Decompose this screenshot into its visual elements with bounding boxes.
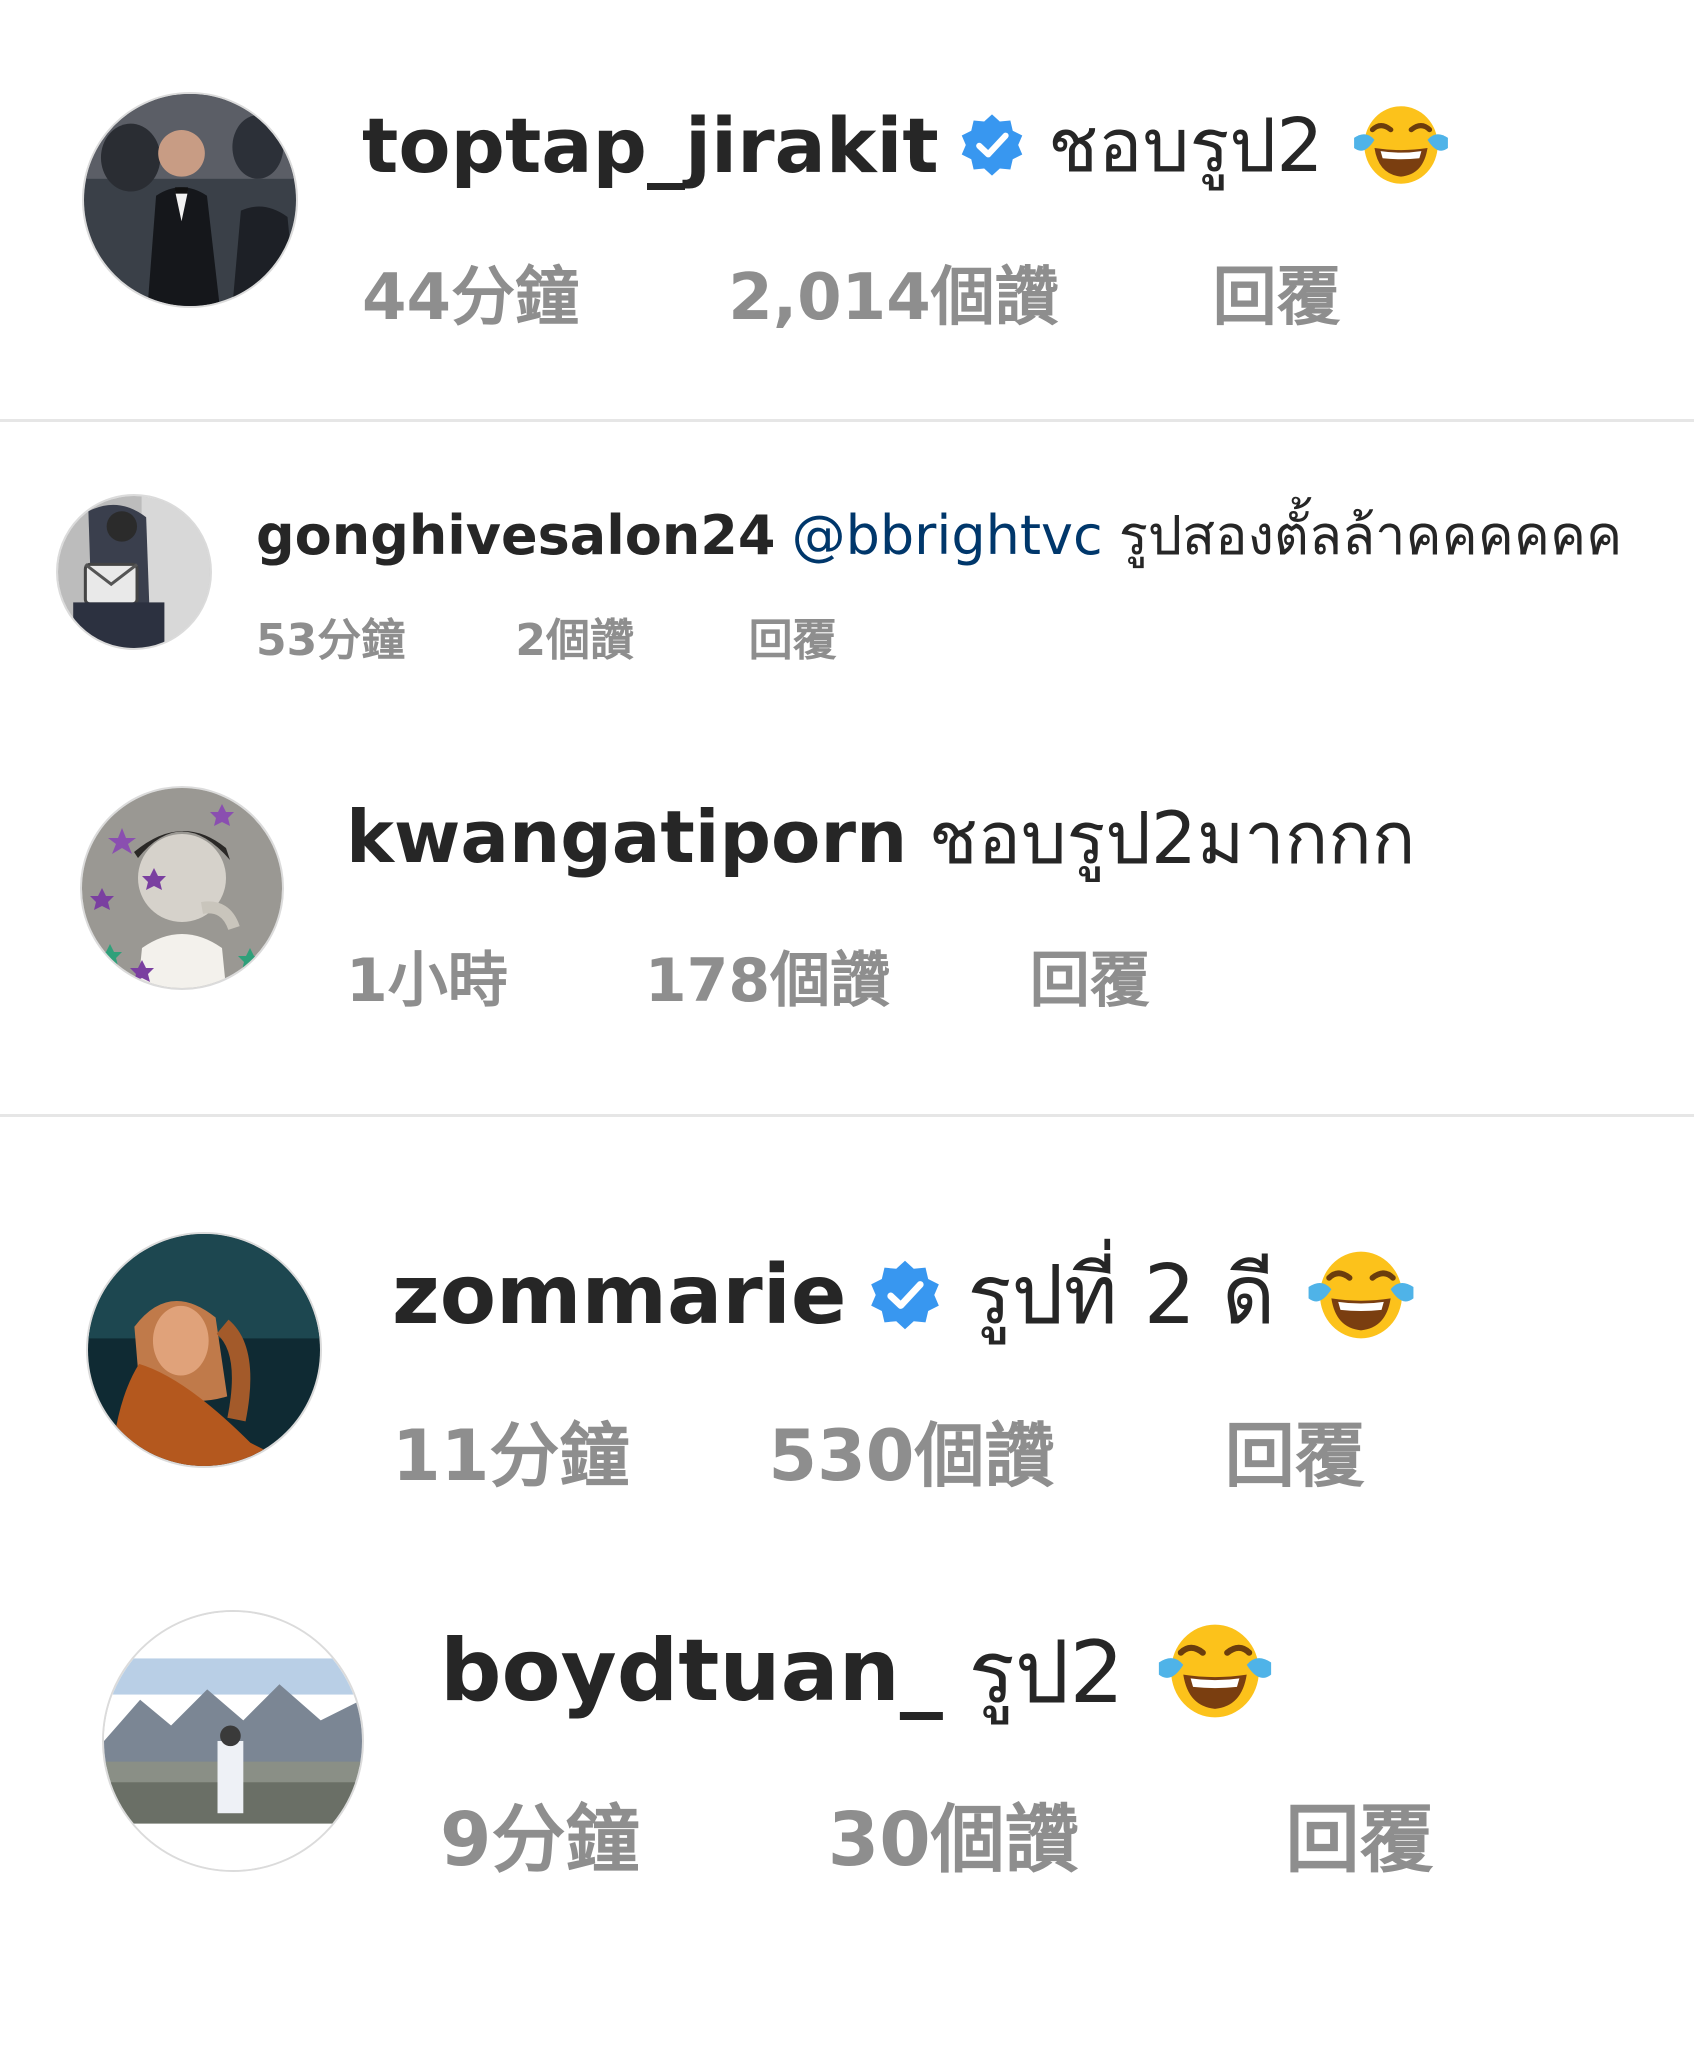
reply-button[interactable]: 回覆 bbox=[749, 604, 837, 668]
comment-line: kwangatiporn ชอบรูป2มากกก bbox=[346, 792, 1416, 882]
reply-button[interactable]: 回覆 bbox=[1286, 1780, 1434, 1887]
comment-text: รูปที่ 2 ดี bbox=[967, 1248, 1276, 1343]
reply-button[interactable]: 回覆 bbox=[1225, 1400, 1365, 1501]
like-count[interactable]: 178個讚 bbox=[645, 932, 1009, 1019]
like-count[interactable]: 2,014個讚 bbox=[728, 246, 1190, 338]
username[interactable]: boydtuan_ bbox=[440, 1621, 943, 1721]
comment-line: boydtuan_ รูป2 bbox=[440, 1616, 1276, 1726]
tears-of-joy-emoji bbox=[1304, 1243, 1418, 1347]
comment-text: ชอบรูป2มากกก bbox=[928, 795, 1416, 880]
like-count[interactable]: 30個讚 bbox=[828, 1780, 1260, 1887]
comment-line: zommarie รูปที่ 2 ดี bbox=[392, 1240, 1418, 1350]
tears-of-joy-emoji bbox=[1154, 1616, 1276, 1726]
username[interactable]: zommarie bbox=[392, 1248, 846, 1343]
username[interactable]: toptap_jirakit bbox=[362, 101, 939, 190]
verified-badge-icon bbox=[958, 111, 1026, 179]
comment-meta: 9分鐘 30個讚 回覆 bbox=[440, 1780, 1434, 1887]
comment-meta: 1小時 178個讚 回覆 bbox=[346, 932, 1150, 1019]
divider bbox=[0, 1114, 1694, 1117]
reply-button[interactable]: 回覆 bbox=[1030, 932, 1150, 1019]
comment-item: toptap_jirakit ชอบรูป2 44分鐘 2,014個讚 回覆 bbox=[0, 0, 1694, 420]
comment-item: kwangatiporn ชอบรูป2มากกก 1小時 178個讚 回覆 bbox=[0, 720, 1694, 1120]
mention-link[interactable]: @bbrightvc bbox=[792, 504, 1103, 567]
timestamp: 11分鐘 bbox=[392, 1415, 630, 1497]
comment-item: gonghivesalon24 @bbrightvc รูปสองตั้ลล้า… bbox=[0, 420, 1694, 720]
comment-line: gonghivesalon24 @bbrightvc รูปสองตั้ลล้า… bbox=[256, 500, 1622, 570]
comment-item: boydtuan_ รูป2 9分鐘 30個讚 回覆 bbox=[0, 1580, 1694, 2048]
avatar[interactable] bbox=[102, 1610, 364, 1872]
timestamp: 53分鐘 bbox=[256, 615, 406, 666]
username[interactable]: kwangatiporn bbox=[346, 795, 907, 879]
tears-of-joy-emoji bbox=[1350, 99, 1452, 191]
comment-text: ชอบรูป2 bbox=[1047, 103, 1324, 189]
avatar[interactable] bbox=[82, 92, 298, 308]
comment-item: zommarie รูปที่ 2 ดี 11分鐘 530個讚 回覆 bbox=[0, 1120, 1694, 1580]
like-count[interactable]: 530個讚 bbox=[768, 1400, 1200, 1501]
comment-meta: 53分鐘 2個讚 回覆 bbox=[256, 604, 837, 668]
reply-button[interactable]: 回覆 bbox=[1213, 246, 1341, 338]
verified-badge-icon bbox=[867, 1257, 943, 1333]
avatar[interactable] bbox=[80, 786, 284, 990]
timestamp: 1小時 bbox=[346, 946, 508, 1016]
timestamp: 9分鐘 bbox=[440, 1797, 640, 1883]
like-count[interactable]: 2個讚 bbox=[515, 604, 733, 668]
avatar[interactable] bbox=[86, 1232, 322, 1468]
username[interactable]: gonghivesalon24 bbox=[256, 504, 775, 567]
comment-text: รูป2 bbox=[968, 1622, 1125, 1723]
comment-line: toptap_jirakit ชอบรูป2 bbox=[362, 100, 1452, 190]
timestamp: 44分鐘 bbox=[362, 261, 580, 335]
comment-text: รูปสองตั้ลล้าคคคคคค bbox=[1118, 504, 1623, 567]
comment-meta: 11分鐘 530個讚 回覆 bbox=[392, 1400, 1365, 1501]
avatar[interactable] bbox=[56, 494, 212, 650]
comment-meta: 44分鐘 2,014個讚 回覆 bbox=[362, 246, 1341, 338]
